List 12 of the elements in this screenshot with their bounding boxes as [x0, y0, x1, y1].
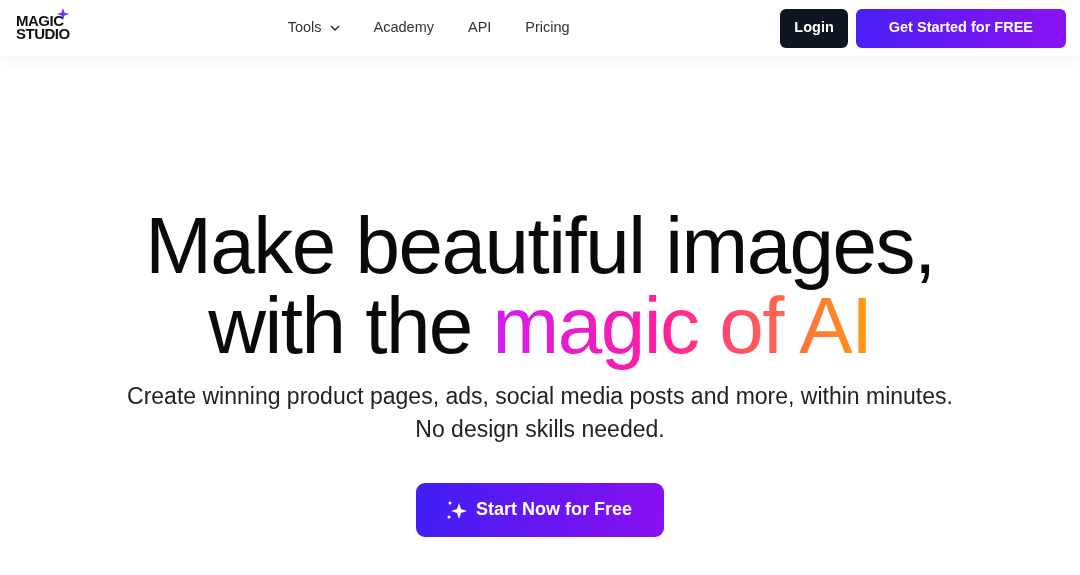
- nav-link[interactable]: Tools: [287, 17, 340, 39]
- subtitle: No design skills needed.: [415, 415, 665, 445]
- nav-link[interactable]: API: [468, 17, 492, 39]
- start-now-button[interactable]: Start Now for Free: [416, 482, 664, 537]
- nav-link[interactable]: Academy: [373, 17, 434, 39]
- login-button[interactable]: Login: [780, 8, 848, 48]
- subtitle: Create winning product pages, ads, social media posts and more, within minutes.: [127, 382, 953, 411]
- nav-link[interactable]: Pricing: [525, 17, 570, 39]
- logo-text: MAGIC: [16, 15, 64, 28]
- sparkle-icon: [446, 499, 468, 520]
- get-started-button[interactable]: Get Started for FREE: [855, 8, 1066, 48]
- logo-text: STUDIO: [16, 28, 70, 41]
